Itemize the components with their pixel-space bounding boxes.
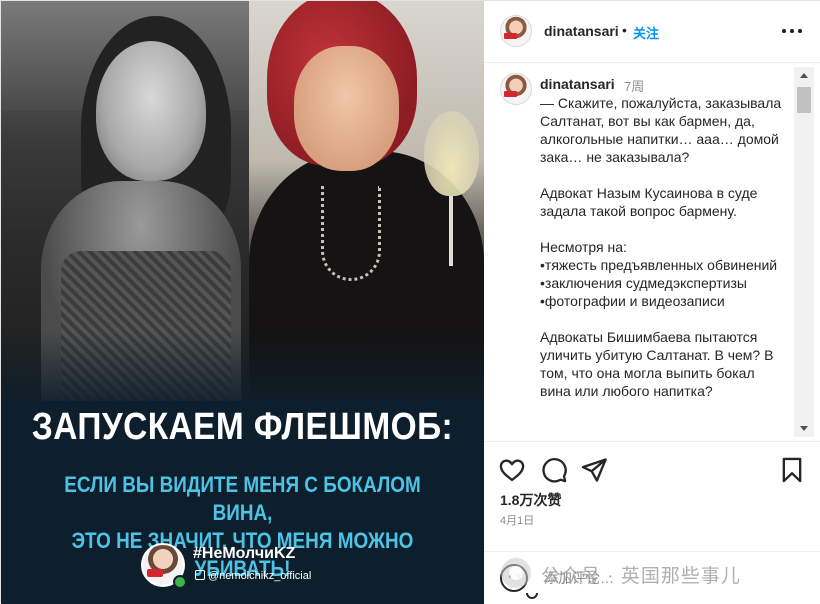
add-comment-bar	[484, 551, 820, 604]
scroll-up-arrow-icon[interactable]	[794, 67, 814, 85]
post-image[interactable]: ЗАПУСКАЕМ ФЛЕШМОБ: ЕСЛИ ВЫ ВИДИТЕ МЕНЯ С…	[1, 1, 484, 604]
post-date[interactable]: 4月1日	[500, 512, 534, 528]
scroll-thumb[interactable]	[797, 87, 811, 113]
caption-time[interactable]: 7周	[624, 76, 644, 95]
separator-dot: •	[622, 22, 627, 38]
brand-hashtag: #НеМолчиKZ	[193, 545, 296, 562]
avatar[interactable]	[500, 73, 532, 105]
necklace-shape	[321, 186, 381, 281]
comment-icon[interactable]	[540, 456, 568, 484]
post-header: dinatansari • 关注	[484, 1, 820, 63]
more-horizontal-icon[interactable]	[780, 23, 804, 39]
caption-username[interactable]: dinatansari	[540, 76, 615, 92]
online-status-icon	[173, 575, 187, 589]
header-username[interactable]: dinatansari	[544, 23, 619, 39]
wine-glass-stem	[449, 196, 453, 266]
emoji-icon[interactable]	[500, 564, 538, 599]
scrollbar[interactable]	[794, 67, 814, 437]
wine-glass	[424, 111, 479, 196]
share-icon[interactable]	[580, 456, 608, 484]
brand-badge: #НеМолчиKZ @nemolchikz_official	[141, 541, 361, 591]
brand-handle: @nemolchikz_official	[195, 570, 311, 582]
face-shape	[96, 41, 206, 181]
heart-icon[interactable]	[498, 456, 526, 484]
follow-button[interactable]: 关注	[633, 23, 659, 42]
bookmark-icon[interactable]	[778, 456, 806, 484]
avatar[interactable]	[500, 15, 532, 47]
action-bar: 1.8万次赞 4月1日	[484, 441, 820, 551]
comment-input[interactable]	[544, 567, 724, 589]
face-shape	[294, 46, 399, 171]
comments-section[interactable]: dinatansari 7周 — Скажите, пожалуйста, за…	[484, 64, 820, 439]
post-modal: ЗАПУСКАЕМ ФЛЕШМОБ: ЕСЛИ ВЫ ВИДИТЕ МЕНЯ С…	[0, 0, 820, 604]
subtitle-line-1: ЕСЛИ ВЫ ВИДИТЕ МЕНЯ С БОКАЛОМ ВИНА,	[64, 472, 421, 525]
post-side-panel: dinatansari • 关注 dinatansari 7周 — Скажит…	[484, 1, 820, 604]
scroll-down-arrow-icon[interactable]	[794, 419, 814, 437]
flashmob-title: ЗАПУСКАЕМ ФЛЕШМОБ:	[31, 406, 454, 448]
like-count[interactable]: 1.8万次赞	[500, 490, 561, 510]
caption-text: — Скажите, пожалуйста, заказывала Салтан…	[540, 95, 782, 399]
